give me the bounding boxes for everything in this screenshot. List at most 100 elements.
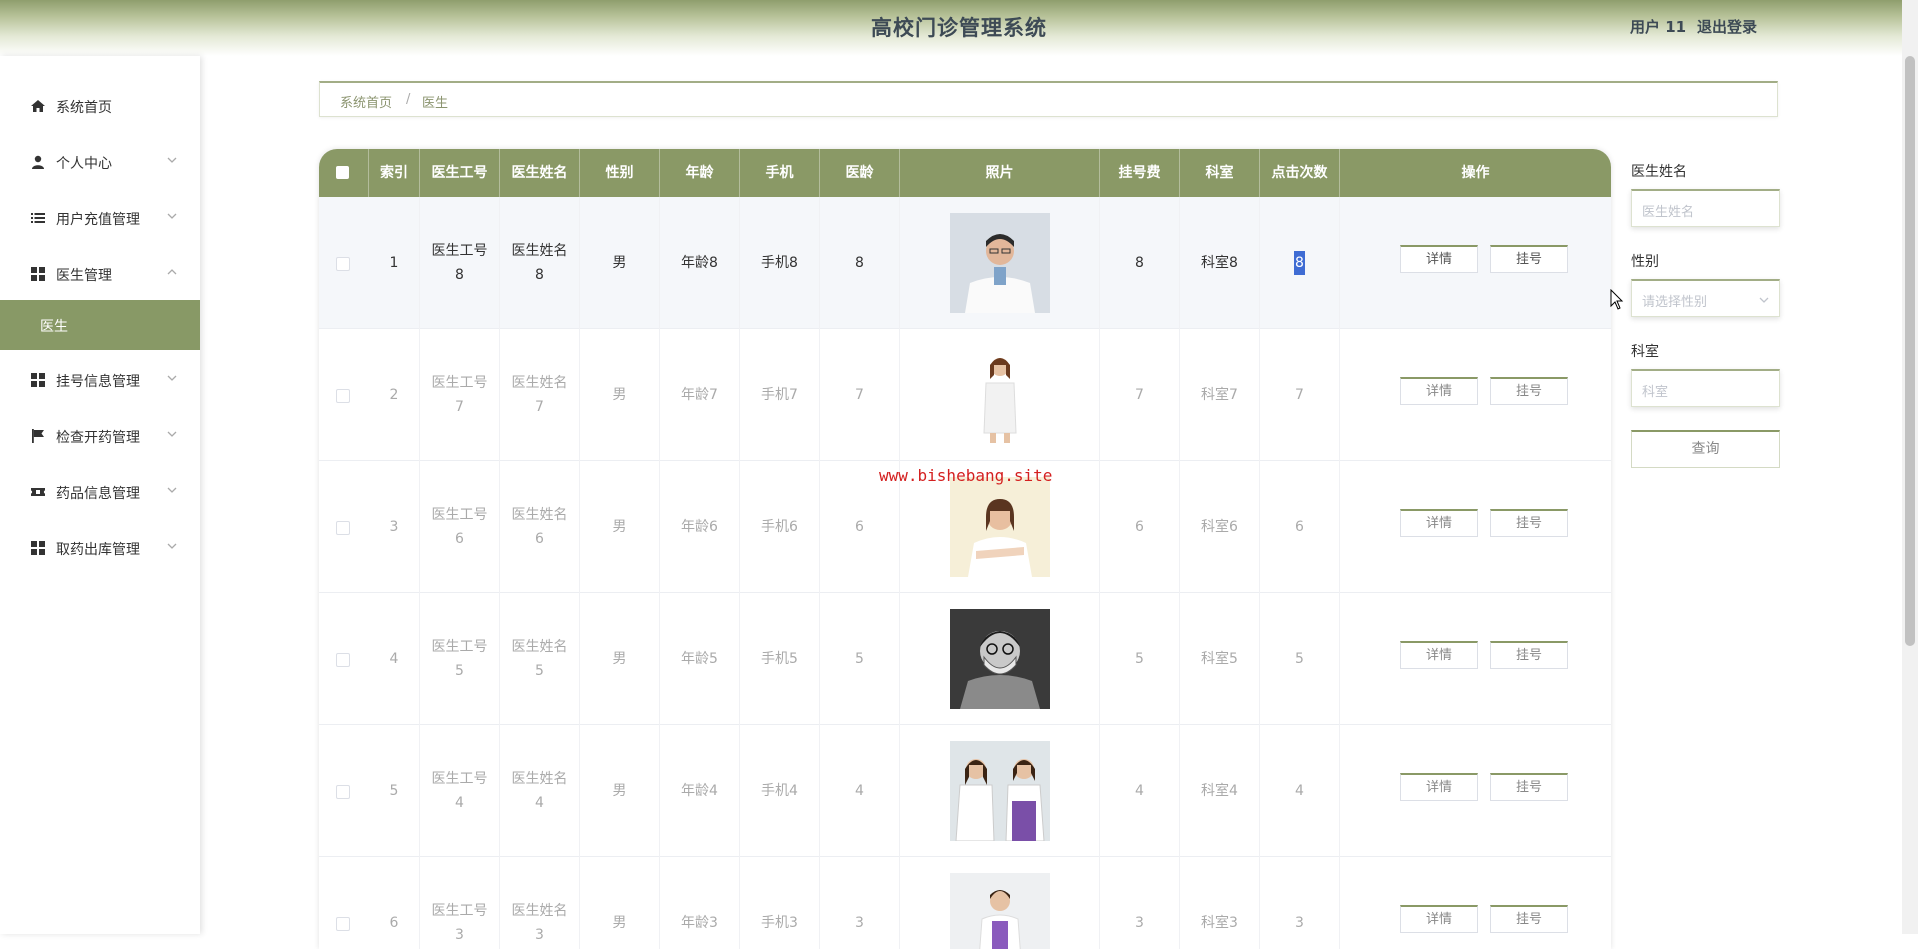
- table-header: 索引 医生工号 医生姓名 性别 年龄 手机 医龄 照片 挂号费 科室 点击次数 …: [319, 149, 1611, 197]
- row-checkbox[interactable]: [336, 785, 350, 799]
- cell-actions: 详情 挂号: [1340, 197, 1611, 329]
- table-row[interactable]: 6 医生工号 3 医生姓名 3 男 年龄3 手机3 3 3 科室3 3 详情 挂号: [319, 857, 1611, 949]
- cell-dept: 科室7: [1180, 329, 1260, 461]
- cell-dept: 科室8: [1180, 197, 1260, 329]
- detail-button[interactable]: 详情: [1400, 905, 1478, 933]
- page-scrollbar[interactable]: [1902, 0, 1918, 934]
- table-row[interactable]: 1 医生工号 8 医生姓名 8 男 年龄8 手机8 8 8 科室8 8 详情 挂号: [319, 197, 1611, 329]
- current-user: 用户 11: [1630, 18, 1687, 36]
- register-button[interactable]: 挂号: [1490, 245, 1568, 273]
- filter-dept-label: 科室: [1631, 344, 1659, 360]
- cell-fee: 3: [1100, 857, 1180, 949]
- row-checkbox[interactable]: [336, 389, 350, 403]
- cell-gender: 男: [580, 197, 660, 329]
- row-checkbox[interactable]: [336, 257, 350, 271]
- detail-button[interactable]: 详情: [1400, 641, 1478, 669]
- register-button[interactable]: 挂号: [1490, 905, 1568, 933]
- cell-fee: 7: [1100, 329, 1180, 461]
- breadcrumb-separator: /: [406, 92, 411, 107]
- row-checkbox[interactable]: [336, 521, 350, 535]
- sidebar-item-prescription[interactable]: 检查开药管理: [0, 414, 200, 458]
- cell-experience: 4: [820, 725, 900, 857]
- cell-phone: 手机8: [740, 197, 820, 329]
- cell-actions: 详情 挂号: [1340, 593, 1611, 725]
- doctor-table: 索引 医生工号 医生姓名 性别 年龄 手机 医龄 照片 挂号费 科室 点击次数 …: [319, 149, 1611, 949]
- doctor-photo: [949, 609, 1050, 709]
- cell-doctor-id: 医生工号 5: [420, 593, 500, 725]
- cell-doctor-id: 医生工号 8: [420, 197, 500, 329]
- table-row[interactable]: 5 医生工号 4 医生姓名 4 男 年龄4 手机4 4 4 科室4 4 详情 挂号: [319, 725, 1611, 857]
- sidebar-subitem-doctor[interactable]: 医生: [0, 300, 200, 350]
- flag-icon: [32, 429, 44, 443]
- sidebar-item-label: 取药出库管理: [56, 542, 140, 558]
- table-row[interactable]: 2 医生工号 7 医生姓名 7 男 年龄7 手机7 7 7 科室7 7 详情 挂号: [319, 329, 1611, 461]
- scrollbar-thumb[interactable]: [1905, 56, 1915, 646]
- query-button[interactable]: 查询: [1631, 430, 1780, 468]
- header-dept: 科室: [1180, 149, 1260, 197]
- sidebar-item-label: 用户充值管理: [56, 212, 140, 228]
- cell-photo: [900, 197, 1100, 329]
- register-button[interactable]: 挂号: [1490, 509, 1568, 537]
- sidebar-item-recharge[interactable]: 用户充值管理: [0, 196, 200, 240]
- detail-button[interactable]: 详情: [1400, 377, 1478, 405]
- sidebar-item-label: 挂号信息管理: [56, 374, 140, 390]
- header-actions: 操作: [1461, 165, 1490, 181]
- cell-actions: 详情 挂号: [1340, 461, 1611, 593]
- cell-fee: 6: [1100, 461, 1180, 593]
- cell-experience: 8: [820, 197, 900, 329]
- sidebar-item-label: 药品信息管理: [56, 486, 140, 502]
- sidebar-item-profile[interactable]: 个人中心: [0, 140, 200, 184]
- user-icon: [32, 155, 44, 169]
- breadcrumb-home[interactable]: 系统首页: [340, 92, 392, 111]
- detail-button[interactable]: 详情: [1400, 245, 1478, 273]
- select-placeholder: 请选择性别: [1642, 295, 1708, 310]
- header-index: 索引: [369, 149, 420, 197]
- sidebar-item-medicine[interactable]: 药品信息管理: [0, 470, 200, 514]
- dept-input[interactable]: 科室: [1631, 369, 1780, 407]
- doctor-photo: [949, 873, 1050, 949]
- sidebar-item-pickup[interactable]: 取药出库管理: [0, 526, 200, 570]
- register-button[interactable]: 挂号: [1490, 377, 1568, 405]
- header-photo: 照片: [900, 149, 1100, 197]
- cell-phone: 手机4: [740, 725, 820, 857]
- cell-age: 年龄5: [660, 593, 740, 725]
- selected-text: 8: [1294, 251, 1305, 275]
- sidebar-item-label: 个人中心: [56, 156, 112, 172]
- chevron-down-icon: [167, 157, 177, 163]
- select-all-checkbox[interactable]: [336, 166, 349, 179]
- breadcrumb: 系统首页 / 医生: [319, 81, 1778, 117]
- gender-select[interactable]: 请选择性别: [1631, 279, 1780, 317]
- cell-index: 4: [369, 593, 420, 725]
- logout-link[interactable]: 退出登录: [1697, 16, 1757, 37]
- grid-icon: [31, 373, 45, 387]
- filter-gender-label: 性别: [1631, 254, 1659, 270]
- doctor-photo: [949, 477, 1050, 577]
- detail-button[interactable]: 详情: [1400, 773, 1478, 801]
- list-icon: [31, 213, 45, 223]
- sidebar-item-home[interactable]: 系统首页: [0, 84, 200, 128]
- register-button[interactable]: 挂号: [1490, 773, 1568, 801]
- cell-photo: [900, 329, 1100, 461]
- cell-dept: 科室4: [1180, 725, 1260, 857]
- cell-phone: 手机7: [740, 329, 820, 461]
- table-row[interactable]: 4 医生工号 5 医生姓名 5 男 年龄5 手机5 5 5 科室5 5 详情 挂号: [319, 593, 1611, 725]
- cell-doctor-id: 医生工号 6: [420, 461, 500, 593]
- cell-photo: [900, 725, 1100, 857]
- cell-doctor-name: 医生姓名 7: [500, 329, 580, 461]
- header-age: 年龄: [660, 149, 740, 197]
- doctor-photo: [949, 741, 1050, 841]
- cell-age: 年龄3: [660, 857, 740, 949]
- register-button[interactable]: 挂号: [1490, 641, 1568, 669]
- row-checkbox[interactable]: [336, 653, 350, 667]
- cell-dept: 科室6: [1180, 461, 1260, 593]
- doctor-name-input[interactable]: 医生姓名: [1631, 189, 1780, 227]
- mouse-cursor-icon: [1610, 289, 1624, 310]
- chevron-up-icon: [167, 269, 177, 275]
- header-doctor-name: 医生姓名: [500, 149, 580, 197]
- row-checkbox[interactable]: [336, 917, 350, 931]
- sidebar-item-registration[interactable]: 挂号信息管理: [0, 358, 200, 402]
- detail-button[interactable]: 详情: [1400, 509, 1478, 537]
- cell-actions: 详情 挂号: [1340, 329, 1611, 461]
- sidebar-item-doctor-manage[interactable]: 医生管理: [0, 252, 200, 296]
- cell-clicks: 8: [1260, 197, 1340, 329]
